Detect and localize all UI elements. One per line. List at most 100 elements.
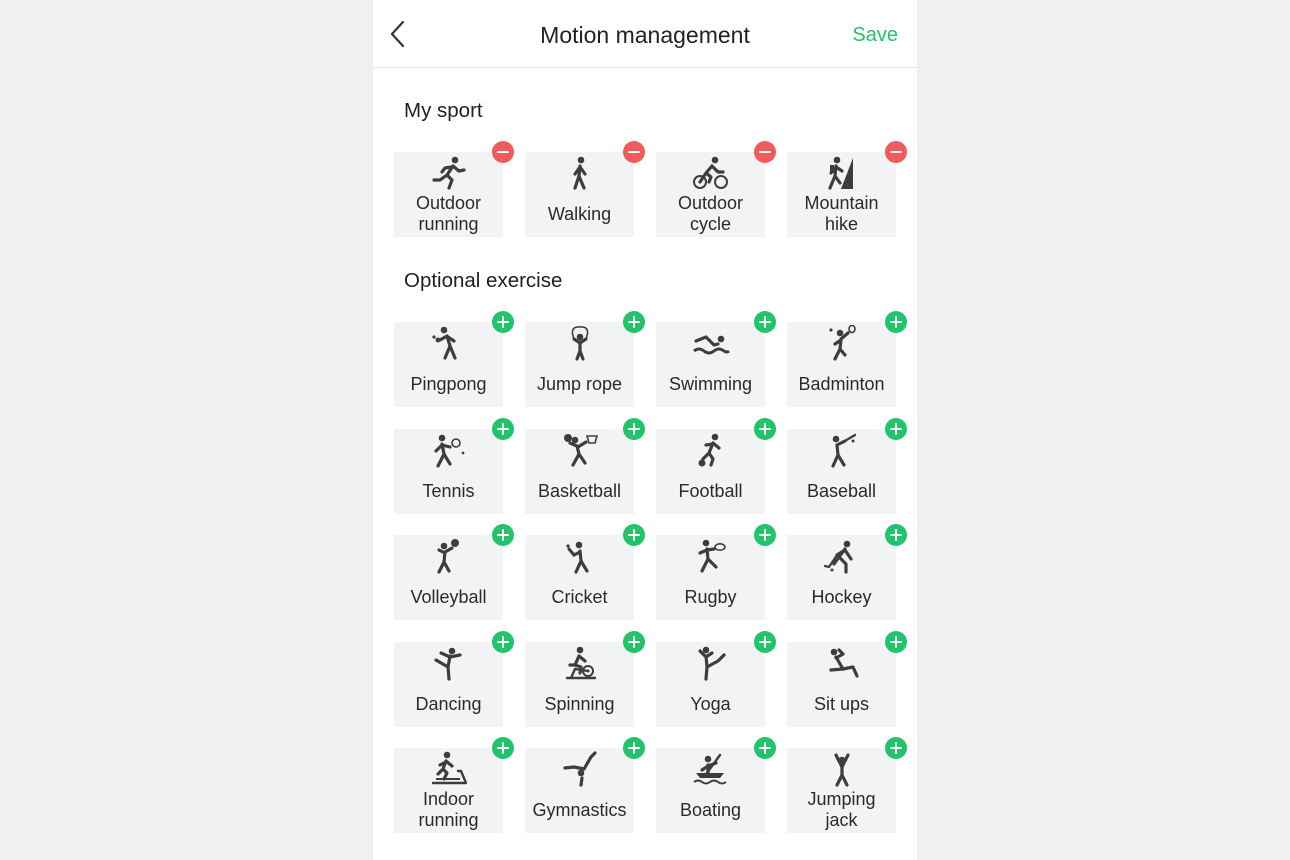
sport-tile-pingpong[interactable]: Pingpong <box>394 311 514 407</box>
sport-tile-label: Volleyball <box>394 587 503 608</box>
add-sport-button[interactable] <box>623 417 645 440</box>
sport-tile-label-line: jack <box>825 810 858 830</box>
sport-tile-indoor-running[interactable]: Indoor running <box>394 737 514 833</box>
plus-circle-icon <box>492 417 514 440</box>
gymnast-icon <box>561 751 599 787</box>
basketball-icon <box>561 432 599 468</box>
sport-tile-badminton[interactable]: Badminton <box>787 311 907 407</box>
sport-tile-label: Cricket <box>525 587 634 608</box>
plus-circle-icon <box>885 524 907 546</box>
plus-circle-icon <box>885 417 907 440</box>
sport-tile-label-line: Sit ups <box>813 693 870 714</box>
add-sport-button[interactable] <box>885 630 907 653</box>
add-sport-button[interactable] <box>754 737 776 759</box>
plus-circle-icon <box>754 417 776 440</box>
sport-tile-label: Spinning <box>525 694 634 715</box>
sport-tile-jumping-jack[interactable]: Jumping jack <box>787 737 907 833</box>
add-sport-button[interactable] <box>492 737 514 759</box>
sport-tile-rugby[interactable]: Rugby <box>656 524 776 620</box>
add-sport-button[interactable] <box>885 737 907 759</box>
add-sport-button[interactable] <box>754 524 776 546</box>
sport-tile-label: Outdoor cycle <box>656 193 765 235</box>
sport-tile-label: Walking <box>525 204 634 225</box>
add-sport-button[interactable] <box>623 524 645 546</box>
add-sport-button[interactable] <box>754 311 776 333</box>
sport-tile-label: Indoor running <box>394 789 503 831</box>
sport-tile-basketball[interactable]: Basketball <box>525 417 645 514</box>
remove-sport-button[interactable] <box>492 141 514 163</box>
remove-sport-button[interactable] <box>885 141 907 163</box>
add-sport-button[interactable] <box>885 417 907 440</box>
sport-tile-label: Gymnastics <box>525 800 634 821</box>
sport-tile-baseball[interactable]: Baseball <box>787 417 907 514</box>
sport-tile-gymnastics[interactable]: Gymnastics <box>525 737 645 833</box>
sport-tile-label-line: Cricket <box>551 587 608 607</box>
add-sport-button[interactable] <box>492 311 514 333</box>
sport-tile-label-line: Volleyball <box>410 587 487 607</box>
add-sport-button[interactable] <box>492 417 514 440</box>
sport-tile-volleyball[interactable]: Volleyball <box>394 524 514 620</box>
sport-tile-label-line: Dancing <box>415 693 482 714</box>
plus-circle-icon <box>754 630 776 653</box>
sport-tile-mountain-hike[interactable]: Mountain hike <box>787 141 907 237</box>
plus-circle-icon <box>885 311 907 333</box>
plus-circle-icon <box>623 524 645 546</box>
sport-tile-dancing[interactable]: Dancing <box>394 630 514 727</box>
sport-tile-sit-ups[interactable]: Sit ups <box>787 630 907 727</box>
plus-circle-icon <box>754 737 776 759</box>
save-button[interactable]: Save <box>852 22 898 48</box>
remove-sport-button[interactable] <box>623 141 645 163</box>
hockey-icon <box>823 538 861 574</box>
add-sport-button[interactable] <box>623 737 645 759</box>
add-sport-button[interactable] <box>492 630 514 653</box>
treadmill-icon <box>430 751 468 787</box>
sport-tile-label-line: Mountain <box>804 193 879 213</box>
add-sport-button[interactable] <box>885 524 907 546</box>
add-sport-button[interactable] <box>885 311 907 333</box>
add-sport-button[interactable] <box>754 630 776 653</box>
plus-circle-icon <box>623 630 645 653</box>
add-sport-button[interactable] <box>623 311 645 333</box>
yoga-icon <box>692 645 730 681</box>
sport-tile-spinning[interactable]: Spinning <box>525 630 645 727</box>
plus-circle-icon <box>623 737 645 759</box>
sport-tile-label-line: Rugby <box>684 587 737 607</box>
sport-tile-label-line: running <box>418 810 479 830</box>
sport-tile-label-line: Walking <box>547 204 612 224</box>
sport-tile-label: Rugby <box>656 587 765 608</box>
sport-tile-outdoor-cycle[interactable]: Outdoor cycle <box>656 141 776 237</box>
sport-tile-walking[interactable]: Walking <box>525 141 645 237</box>
sport-tile-jump-rope[interactable]: Jump rope <box>525 311 645 407</box>
plus-circle-icon <box>492 524 514 546</box>
sport-tile-outdoor-running[interactable]: Outdoor running <box>394 141 514 237</box>
sport-tile-boating[interactable]: Boating <box>656 737 776 833</box>
add-sport-button[interactable] <box>492 524 514 546</box>
sport-tile-label-line: Tennis <box>422 480 475 501</box>
sport-tile-football[interactable]: Football <box>656 417 776 514</box>
sport-tile-label-line: Gymnastics <box>532 800 627 820</box>
tennis-icon <box>430 432 468 468</box>
sport-tile-label-line: cycle <box>689 214 731 234</box>
sport-tile-label: Sit ups <box>787 694 896 715</box>
sport-tile-swimming[interactable]: Swimming <box>656 311 776 407</box>
sport-tile-label: Dancing <box>394 694 503 715</box>
sport-tile-hockey[interactable]: Hockey <box>787 524 907 620</box>
sport-tile-label: Jumping jack <box>787 789 896 831</box>
cricket-icon <box>561 538 599 574</box>
add-sport-button[interactable] <box>754 417 776 440</box>
pingpong-icon <box>430 325 468 361</box>
add-sport-button[interactable] <box>623 630 645 653</box>
sport-tile-label: Tennis <box>394 481 503 502</box>
sport-tile-label-line: Indoor <box>422 789 475 809</box>
sport-tile-label-line: Outdoor <box>415 193 482 213</box>
sport-tile-label-line: Pingpong <box>410 374 487 394</box>
sport-tile-label-line: Football <box>678 480 743 501</box>
sport-tile-cricket[interactable]: Cricket <box>525 524 645 620</box>
sport-tile-tennis[interactable]: Tennis <box>394 417 514 514</box>
minus-circle-icon <box>492 141 514 163</box>
boat-icon <box>692 751 730 787</box>
plus-circle-icon <box>492 311 514 333</box>
sport-tile-yoga[interactable]: Yoga <box>656 630 776 727</box>
sport-tile-label: Swimming <box>656 374 765 395</box>
remove-sport-button[interactable] <box>754 141 776 163</box>
